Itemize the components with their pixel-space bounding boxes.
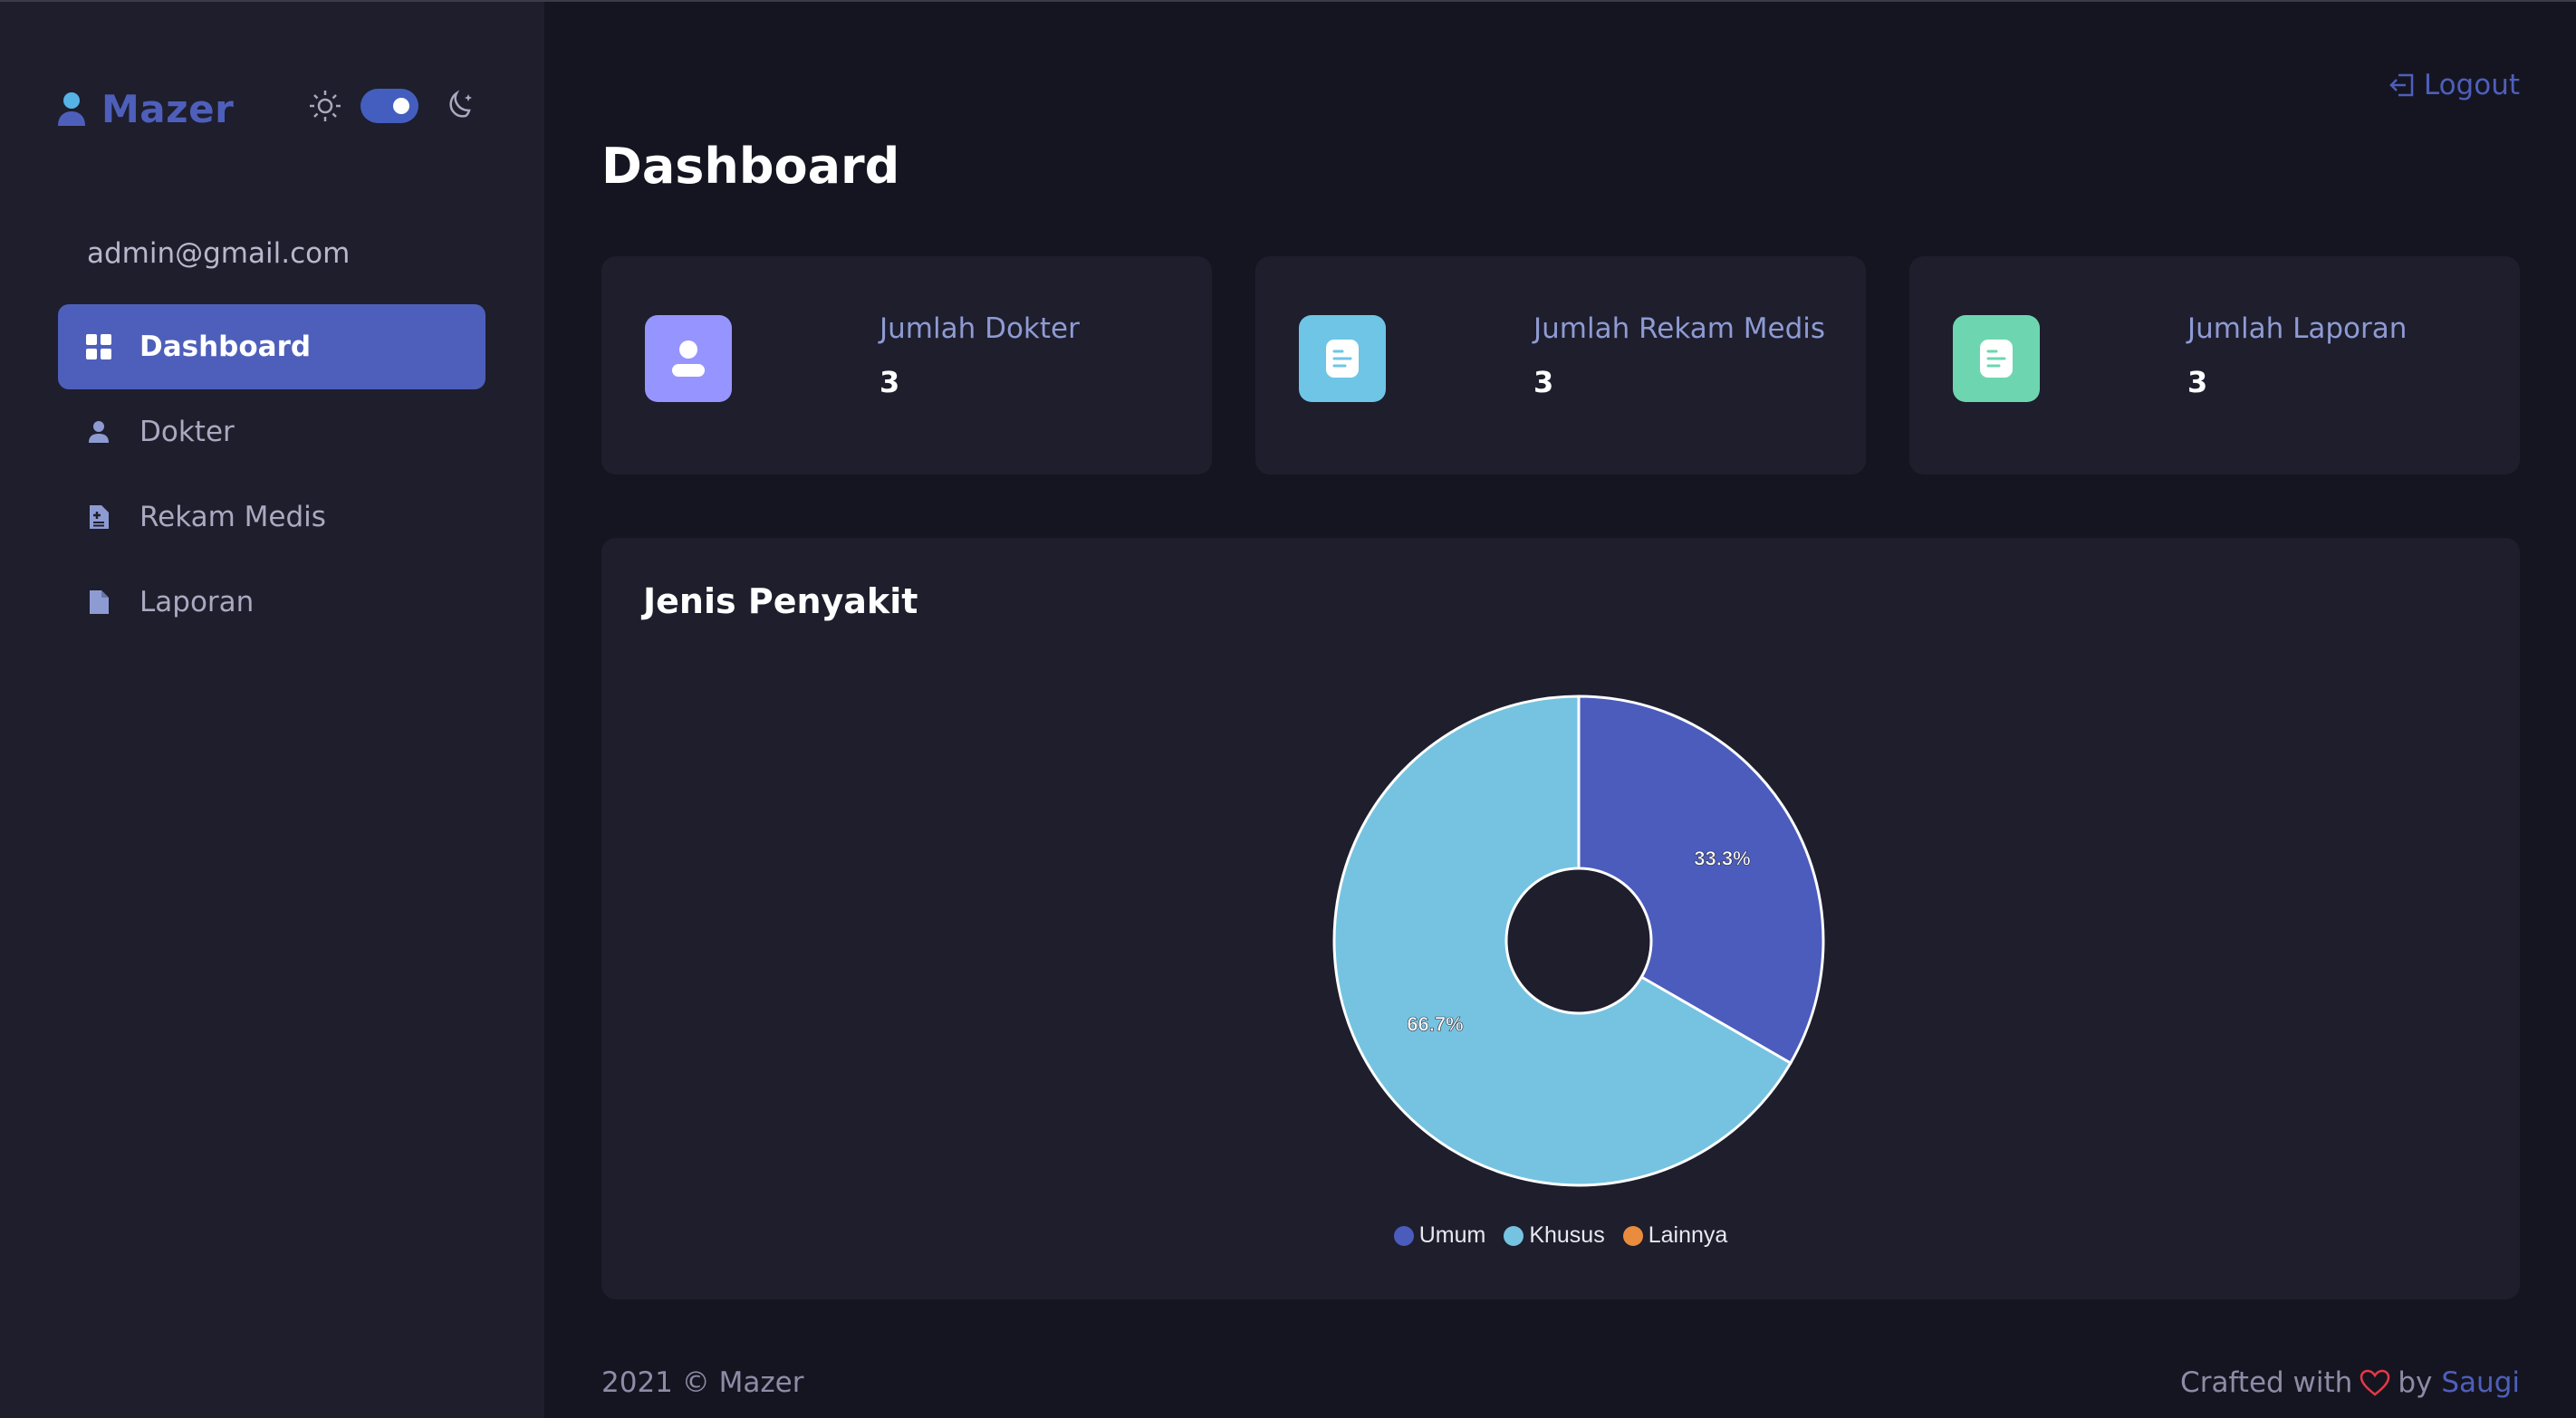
- stat-value: 3: [2187, 365, 2208, 399]
- stat-label: Jumlah Dokter: [879, 312, 1080, 345]
- sidebar-item-label: Rekam Medis: [139, 501, 326, 533]
- footer-copyright: 2021 © Mazer: [601, 1366, 804, 1399]
- moon-icon: [449, 90, 472, 118]
- legend-item-khusus[interactable]: Khusus: [1504, 1222, 1605, 1249]
- dark-mode-switch[interactable]: [360, 89, 418, 123]
- legend-label: Umum: [1418, 1222, 1486, 1248]
- theme-toggle: [308, 89, 476, 123]
- sidebar-item-label: Dokter: [139, 416, 235, 448]
- stat-card-laporan: Jumlah Laporan 3: [1909, 256, 2520, 474]
- stat-card-dokter: Jumlah Dokter 3: [601, 256, 1212, 474]
- stat-icon-box: [1953, 315, 2040, 402]
- person-icon: [89, 421, 109, 443]
- chart-legend: Umum Khusus Lainnya: [601, 1222, 2520, 1249]
- sidebar-item-dokter[interactable]: Dokter: [58, 389, 485, 474]
- file-icon: [90, 590, 109, 614]
- document-icon: [1326, 340, 1359, 378]
- pie-data-label: 66.7%: [1407, 1013, 1463, 1036]
- crafted-by: by: [2398, 1366, 2433, 1399]
- logout-link[interactable]: Logout: [2388, 69, 2520, 101]
- author-link[interactable]: Saugi: [2441, 1366, 2520, 1399]
- sidebar-item-label: Dashboard: [139, 331, 312, 363]
- legend-label: Lainnya: [1648, 1222, 1728, 1248]
- chart-card: Jenis Penyakit 33.3% 66.7% Umum Khusus Lain…: [601, 538, 2520, 1299]
- sun-icon: [310, 91, 341, 121]
- stat-card-rekam-medis: Jumlah Rekam Medis 3: [1255, 256, 1866, 474]
- legend-swatch: [1393, 1225, 1414, 1246]
- grid-icon: [86, 334, 111, 359]
- stat-icon-box: [1299, 315, 1386, 402]
- brand-name: Mazer: [101, 87, 235, 131]
- sidebar: Mazer admin@gmail.com Dashboard Dokter R…: [0, 2, 544, 1418]
- legend-swatch: [1622, 1225, 1643, 1246]
- sidebar-menu: Dashboard Dokter Rekam Medis Laporan: [58, 304, 485, 645]
- logout-label: Logout: [2423, 69, 2520, 101]
- pie-chart: 33.3% 66.7%: [1332, 695, 1825, 1187]
- page-title: Dashboard: [601, 138, 900, 195]
- legend-item-lainnya[interactable]: Lainnya: [1622, 1222, 1728, 1249]
- stat-value: 3: [1533, 365, 1554, 399]
- file-medical-icon: [90, 505, 109, 529]
- pie-data-label: 33.3%: [1694, 848, 1750, 870]
- stat-label: Jumlah Rekam Medis: [1533, 312, 1826, 345]
- legend-swatch: [1504, 1225, 1524, 1246]
- sidebar-item-label: Laporan: [139, 586, 255, 618]
- stat-value: 3: [879, 365, 900, 399]
- brand[interactable]: Mazer: [56, 87, 234, 131]
- user-icon: [58, 91, 85, 126]
- sidebar-item-rekam-medis[interactable]: Rekam Medis: [58, 474, 485, 560]
- legend-label: Khusus: [1529, 1222, 1605, 1248]
- crafted-prefix: Crafted with: [2180, 1366, 2353, 1399]
- document-icon: [1980, 340, 2013, 378]
- switch-knob: [393, 98, 409, 114]
- user-email: admin@gmail.com: [87, 237, 351, 270]
- logout-icon: [2389, 73, 2414, 97]
- person-icon: [672, 340, 705, 377]
- stat-label: Jumlah Laporan: [2187, 312, 2408, 345]
- sidebar-item-laporan[interactable]: Laporan: [58, 560, 485, 645]
- stat-icon-box: [645, 315, 732, 402]
- sidebar-item-dashboard[interactable]: Dashboard: [58, 304, 485, 389]
- heart-icon: [2360, 1369, 2390, 1396]
- legend-item-umum[interactable]: Umum: [1393, 1222, 1486, 1249]
- footer-credit: Crafted with by Saugi: [2180, 1366, 2520, 1399]
